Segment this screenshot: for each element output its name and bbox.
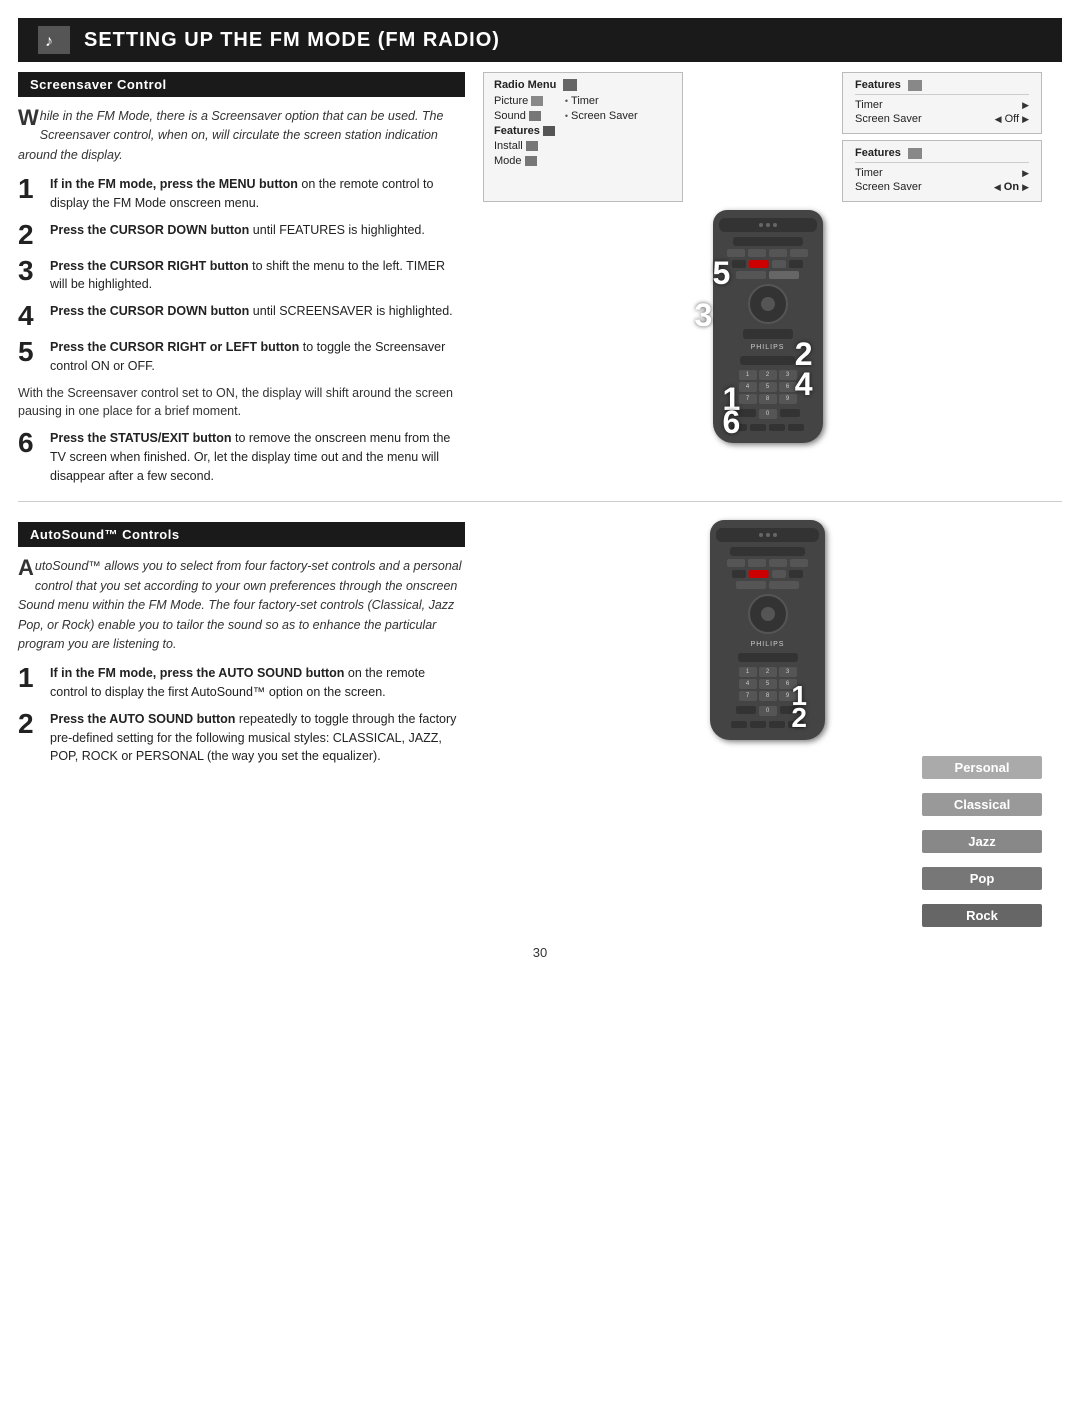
step-4: 4 Press the CURSOR DOWN button until SCR… [18,302,465,330]
step-overlay-5: 5 [713,257,731,289]
remote-logo-text: PHILIPS [751,344,785,351]
step-overlay-3: 3 [695,299,713,331]
page-title: Setting up the FM Mode (FM Radio) [84,29,500,52]
step-6: 6 Press the STATUS/EXIT button to remove… [18,429,465,485]
step-overlay-4: 4 [795,368,813,400]
features-screens: Features Timer ▶ Screen Saver ◀ Off [715,72,1062,202]
step-overlay-2: 2 [795,338,813,370]
remote-logo-autosound: PHILIPS [751,641,785,648]
classical-badge: Classical [922,793,1042,816]
screensaver-remote-wrap: 3 5 2 4 1 6 [713,210,823,443]
features-screen-on: Features Timer ▶ Screen Saver ◀ On [842,140,1042,202]
autosound-step-2: 2 Press the AUTO SOUND button repeatedly… [18,710,465,766]
dpad-autosound [748,594,788,634]
radio-menu-area: Radio Menu Picture Sound Features Instal… [473,72,1062,202]
rock-badge: Rock [922,904,1042,927]
screensaver-right: Radio Menu Picture Sound Features Instal… [473,62,1062,493]
step-1: 1 If in the FM mode, press the MENU butt… [18,175,465,213]
page: ♪ Setting up the FM Mode (FM Radio) Scre… [0,18,1080,990]
screensaver-left: Screensaver Control While in the FM Mode… [18,62,473,493]
radio-menu-screen: Radio Menu Picture Sound Features Instal… [483,72,683,202]
step-2: 2 Press the CURSOR DOWN button until FEA… [18,221,465,249]
autosound-step-overlay-2: 2 [791,704,807,732]
music-icon: ♪ [38,26,70,54]
autosound-left: AutoSound™ Controls AutoSound™ allows yo… [18,510,473,927]
autosound-section: AutoSound™ Controls AutoSound™ allows yo… [18,510,1062,927]
screensaver-note: With the Screensaver control set to ON, … [18,384,465,422]
pop-badge: Pop [922,867,1042,890]
sound-options: Personal Classical Jazz Pop Rock [473,756,1062,927]
autosound-right: 1 2 [473,510,1062,927]
svg-text:♪: ♪ [45,33,53,50]
screensaver-intro: While in the FM Mode, there is a Screens… [18,107,465,165]
page-number: 30 [0,945,1080,970]
step-overlay-6: 6 [723,406,741,438]
jazz-badge: Jazz [922,830,1042,853]
radio-menu-rows: Picture Sound Features Install Mode • Ti… [494,95,672,167]
screensaver-section: Screensaver Control While in the FM Mode… [18,62,1062,493]
section-divider [18,501,1062,502]
features-screen-off: Features Timer ▶ Screen Saver ◀ Off [842,72,1042,134]
autosound-remote-wrap: 1 2 [710,520,825,740]
autosound-intro: AutoSound™ allows you to select from fou… [18,557,465,654]
remote-control-autosound: PHILIPS 1 2 3 4 5 6 7 8 9 [710,520,825,740]
personal-badge: Personal [922,756,1042,779]
screensaver-header: Screensaver Control [18,72,465,97]
step-3: 3 Press the CURSOR RIGHT button to shift… [18,257,465,295]
page-header: ♪ Setting up the FM Mode (FM Radio) [18,18,1062,62]
autosound-step-1: 1 If in the FM mode, press the AUTO SOUN… [18,664,465,702]
dpad [748,284,788,324]
step-5: 5 Press the CURSOR RIGHT or LEFT button … [18,338,465,376]
radio-menu-title: Radio Menu [494,79,672,91]
autosound-header: AutoSound™ Controls [18,522,465,547]
numpad: 1 2 3 4 5 6 7 8 9 [739,370,797,404]
numpad-autosound: 1 2 3 4 5 6 7 8 9 [739,667,797,701]
